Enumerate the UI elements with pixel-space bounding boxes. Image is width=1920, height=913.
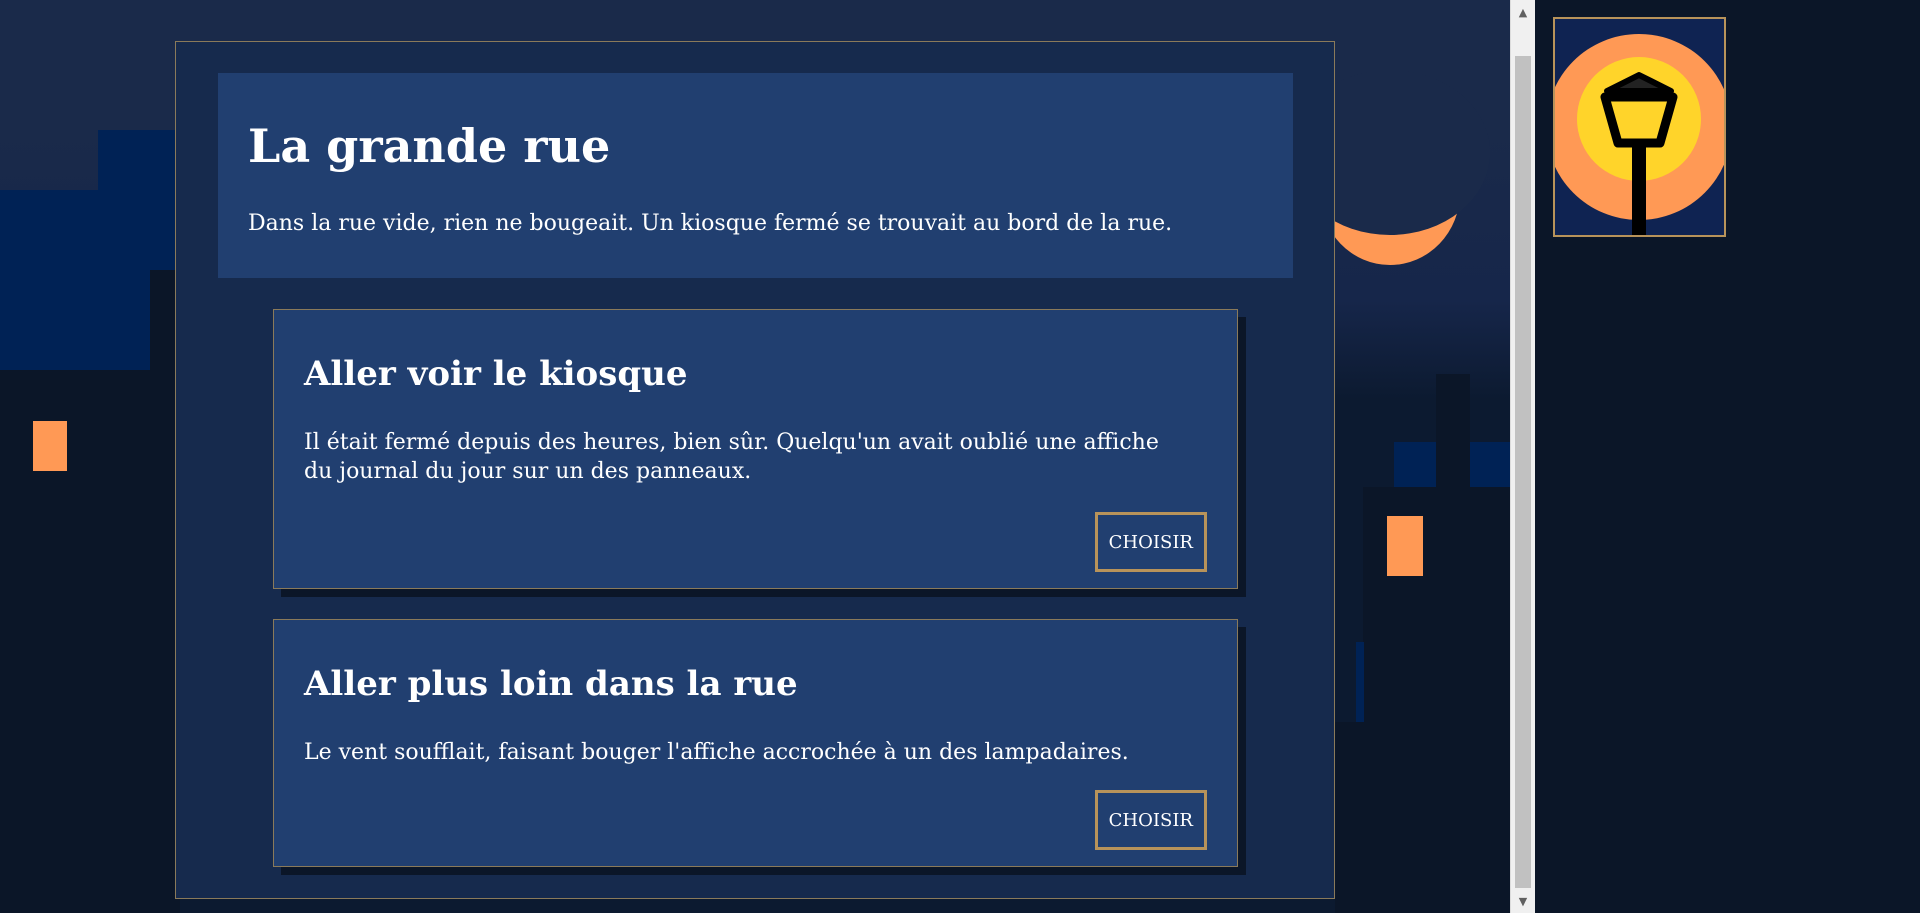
scene-title: La grande rue — [248, 119, 611, 173]
street-lamp-card — [1553, 17, 1726, 237]
scene-description: Dans la rue vide, rien ne bougeait. Un k… — [248, 211, 1173, 236]
choose-button-rue[interactable]: CHOISIR — [1094, 790, 1207, 850]
choose-button-kiosque[interactable]: CHOISIR — [1094, 512, 1207, 572]
scroll-thumb[interactable] — [1515, 56, 1531, 888]
chevron-up-icon[interactable]: ▲ — [1511, 0, 1535, 24]
choice-text: Le vent soufflait, faisant bouger l'affi… — [304, 740, 1129, 765]
choice-title: Aller plus loin dans la rue — [304, 664, 798, 704]
vertical-scrollbar[interactable]: ▲ ▼ — [1510, 0, 1535, 913]
background-building — [1356, 642, 1364, 722]
choice-title: Aller voir le kiosque — [304, 354, 688, 394]
lit-window — [33, 421, 67, 471]
street-lamp-icon — [1555, 19, 1724, 235]
game-viewport: La grande rue Dans la rue vide, rien ne … — [0, 0, 1510, 913]
side-panel — [1535, 0, 1920, 913]
lit-window — [1387, 516, 1423, 576]
background-building — [0, 190, 100, 370]
choice-text: Il était fermé depuis des heures, bien s… — [304, 430, 1159, 484]
background-building — [1335, 722, 1510, 913]
choice-card-rue: Aller plus loin dans la rue Le vent souf… — [273, 619, 1238, 867]
choice-card-kiosque: Aller voir le kiosque Il était fermé dep… — [273, 309, 1238, 589]
scene-header: La grande rue Dans la rue vide, rien ne … — [218, 73, 1293, 278]
chevron-down-icon[interactable]: ▼ — [1511, 889, 1535, 913]
story-panel: La grande rue Dans la rue vide, rien ne … — [175, 41, 1335, 899]
